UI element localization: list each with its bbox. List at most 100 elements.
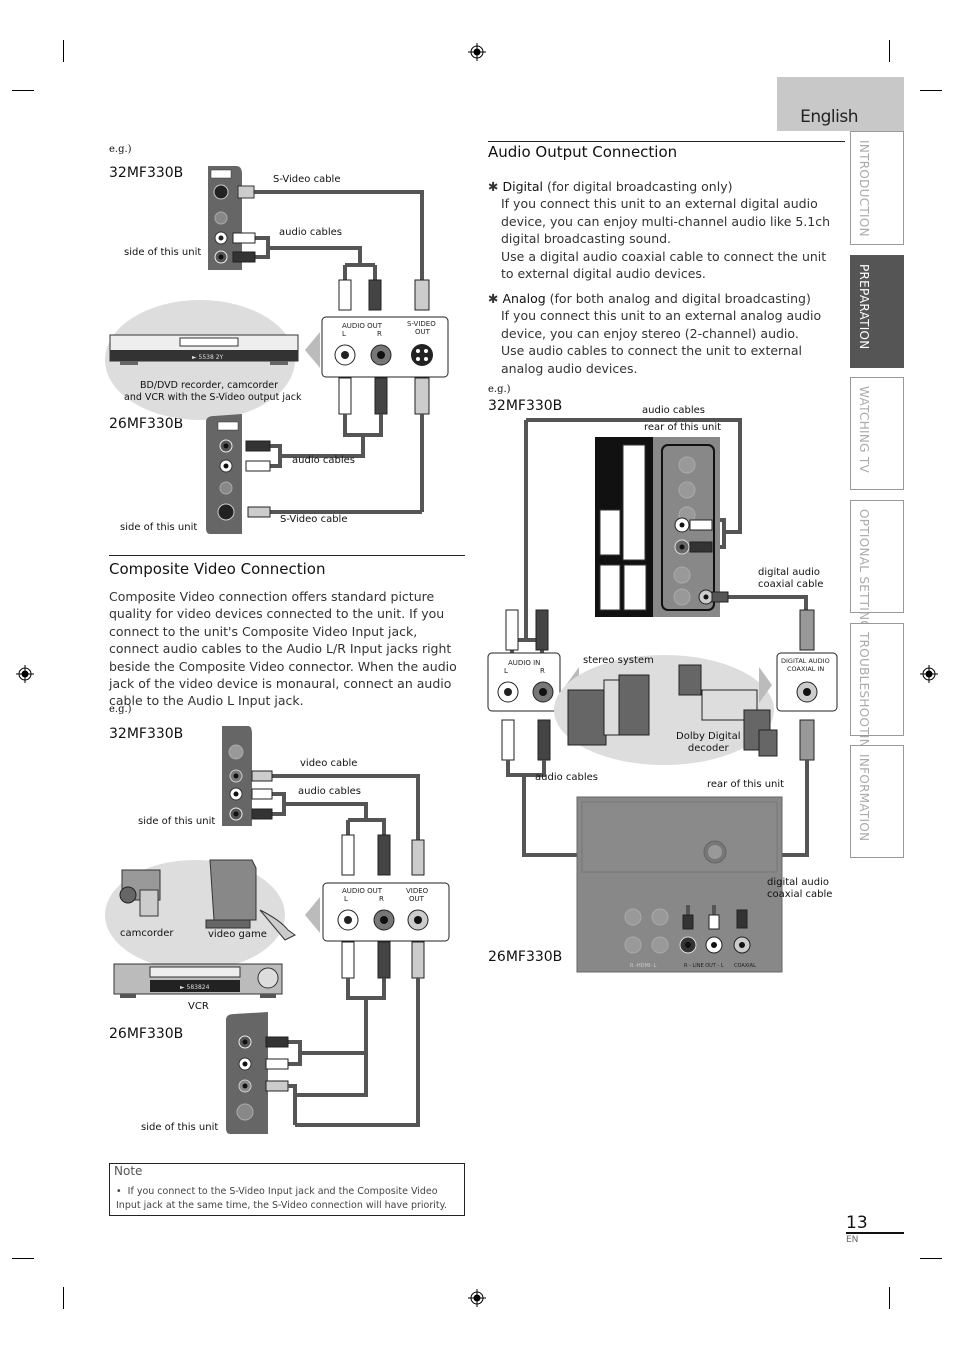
analog-desc-2: Use audio cables to connect the unit to …: [501, 343, 803, 376]
svg-text:R -HDMI- L: R -HDMI- L: [630, 963, 657, 969]
digital-desc-1: If you connect this unit to an external …: [501, 196, 831, 247]
side-tab-label: TROUBLESHOOTING: [857, 632, 871, 758]
analog-bullet: ✱ Analog (for both analog and digital br…: [488, 290, 833, 377]
section-divider: [109, 555, 465, 556]
svg-text:R: R: [540, 667, 545, 675]
audio-output-title: Audio Output Connection: [488, 143, 678, 161]
digital-coax-label-line: digital audio: [758, 567, 820, 578]
side-tab-information[interactable]: INFORMATION: [850, 745, 904, 858]
vcr-label: VCR: [188, 1001, 209, 1012]
digital-coax-label-line: digital audio: [767, 877, 829, 888]
video-game-console: [205, 859, 296, 941]
coax-cable: [724, 595, 808, 620]
svg-text:L: L: [344, 895, 348, 903]
bullet-star-icon: ✱: [488, 291, 499, 306]
svg-text:AUDIO OUT: AUDIO OUT: [342, 887, 383, 895]
device-caption-line1: BD/DVD recorder, camcorder: [140, 380, 279, 391]
side-tab-label: WATCHING TV: [857, 386, 871, 473]
language-tab: English: [777, 77, 904, 131]
side-tab-troubleshooting[interactable]: TROUBLESHOOTING: [850, 623, 904, 758]
video-cable-label: video cable: [300, 758, 358, 769]
digital-coax-label: digital audio coaxial cable: [767, 877, 832, 901]
rear-unit-label: rear of this unit: [707, 779, 785, 790]
svg-text:L: L: [504, 667, 508, 675]
eg-label: e.g.): [488, 384, 511, 395]
svg-text:R - LINE OUT - L: R - LINE OUT - L: [684, 963, 724, 969]
side-unit-label: side of this unit: [141, 1122, 219, 1133]
device-caption-line2: and VCR with the S-Video output jack: [124, 392, 302, 403]
rear-unit-label: rear of this unit: [644, 422, 722, 433]
side-tab-preparation[interactable]: PREPARATION: [850, 255, 904, 368]
dolby-label-line: decoder: [687, 743, 729, 754]
crop-mark: [12, 90, 34, 91]
registration-mark-icon: [920, 665, 938, 683]
composite-body: Composite Video connection offers standa…: [109, 589, 457, 709]
audio-cables-label: audio cables: [279, 227, 343, 238]
dolby-decoder-label: Dolby Digital decoder: [676, 731, 740, 755]
svg-text:DIGITAL AUDIO: DIGITAL AUDIO: [781, 657, 830, 665]
audio-cables-label: audio cables: [642, 405, 706, 416]
page-lang-code: EN: [846, 1235, 859, 1245]
analog-desc-1: If you connect this unit to an external …: [501, 308, 822, 341]
side-tab-optional-setting[interactable]: OPTIONAL SETTING: [850, 500, 904, 630]
note-title: Note: [114, 1164, 143, 1178]
tv-side-panel-32: [222, 726, 252, 826]
svg-text:L: L: [342, 330, 346, 338]
tv-rear-panel-26: R -HDMI- L R - LINE OUT - L COAXIAL: [576, 796, 783, 973]
svg-text:AUDIO OUT: AUDIO OUT: [342, 322, 383, 330]
page-number-underline: [846, 1232, 904, 1234]
page-number: 13: [846, 1213, 868, 1233]
digital-coax-label: digital audio coaxial cable: [758, 567, 823, 591]
side-tab-label: OPTIONAL SETTING: [857, 509, 871, 630]
eg-label: e.g.): [109, 144, 132, 155]
note-item: • If you connect to the S-Video Input ja…: [116, 1186, 447, 1211]
tv-side-panel-26: [206, 414, 242, 534]
side-unit-label: side of this unit: [120, 522, 198, 533]
side-unit-label: side of this unit: [124, 247, 202, 258]
svideo-cable-label: S-Video cable: [280, 514, 348, 525]
side-tab-watching-tv[interactable]: WATCHING TV: [850, 377, 904, 490]
crop-mark: [920, 1258, 942, 1259]
audio-cable: [255, 236, 362, 265]
camcorder-label: camcorder: [120, 928, 174, 939]
vcr: ► 583824: [113, 963, 283, 998]
bd-dvd-recorder: ► 5538 2Y: [109, 334, 299, 365]
model-label-32: 32MF330B: [488, 398, 563, 414]
audio-cable: [270, 792, 386, 835]
digital-desc-2: Use a digital audio coaxial cable to con…: [501, 248, 827, 282]
bullet-star-icon: ✱: [488, 179, 499, 194]
language-tab-label: English: [800, 107, 858, 127]
svg-text:OUT: OUT: [415, 328, 431, 336]
audio-cables-label: audio cables: [292, 455, 356, 466]
svideo-cable-label: S-Video cable: [273, 174, 341, 185]
crop-mark: [889, 40, 890, 62]
svg-text:VIDEO: VIDEO: [406, 887, 429, 895]
side-tab-label: INFORMATION: [857, 754, 871, 842]
digital-bullet: ✱ Digital (for digital broadcasting only…: [488, 178, 833, 282]
analog-label: Analog: [502, 291, 546, 306]
svg-text:R: R: [379, 895, 384, 903]
crop-mark: [889, 1287, 890, 1309]
svg-text:S-VIDEO: S-VIDEO: [407, 320, 436, 328]
digital-label: Digital: [502, 179, 544, 194]
side-tab-label: PREPARATION: [857, 264, 871, 350]
digital-coax-label-line: coaxial cable: [758, 579, 824, 590]
crop-mark: [63, 1287, 64, 1309]
audio-cables-label: audio cables: [298, 786, 362, 797]
audio-cables-label: audio cables: [535, 772, 599, 783]
video-game-label: video game: [208, 929, 267, 940]
registration-mark-icon: [468, 1289, 486, 1307]
crop-mark: [63, 40, 64, 62]
side-tab-introduction[interactable]: INTRODUCTION: [850, 131, 904, 245]
section-divider: [488, 141, 845, 142]
svg-text:COAXIAL: COAXIAL: [734, 963, 756, 969]
digital-coax-label-line: coaxial cable: [767, 889, 833, 900]
svg-text:COAXIAL IN: COAXIAL IN: [787, 665, 824, 673]
registration-mark-icon: [16, 665, 34, 683]
svideo-connection-diagram: AUDIO OUT L R S-VIDEO OUT ► 5538 2Y: [105, 166, 449, 534]
svg-text:AUDIO IN: AUDIO IN: [508, 659, 540, 667]
note-box: Note • If you connect to the S-Video Inp…: [109, 1163, 465, 1216]
note-item-text: If you connect to the S-Video Input jack…: [116, 1186, 447, 1211]
crop-mark: [920, 90, 942, 91]
svg-text:OUT: OUT: [409, 895, 425, 903]
